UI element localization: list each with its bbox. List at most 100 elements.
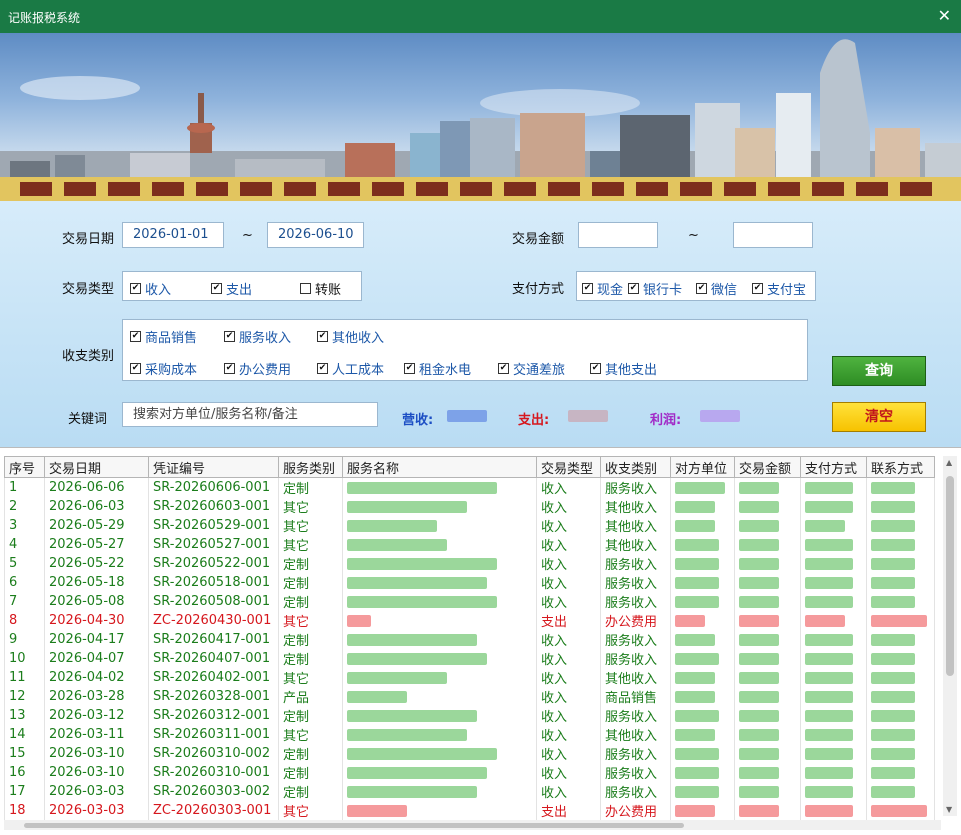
row-contact (866, 497, 935, 516)
amount-to-input[interactable] (733, 222, 813, 248)
type-income-checkbox[interactable]: ✔ 收入 (130, 279, 171, 298)
close-icon[interactable]: ✕ (938, 6, 951, 25)
table-row[interactable]: 14 2026-03-11 SR-20260311-001 其它 收入 其他收入 (4, 725, 935, 744)
row-service-name (342, 687, 537, 706)
clear-button[interactable]: 清空 (832, 402, 926, 432)
category-purchase-cost-checkbox[interactable]: ✔ 采购成本 (130, 359, 197, 378)
table-row[interactable]: 5 2026-05-22 SR-20260522-001 定制 收入 服务收入 (4, 554, 935, 573)
column-header[interactable]: 联系方式 (866, 456, 935, 478)
row-category: 服务收入 (600, 706, 671, 725)
table-row[interactable]: 6 2026-05-18 SR-20260518-001 定制 收入 服务收入 (4, 573, 935, 592)
date-from-input[interactable]: 2026-01-01 (122, 222, 224, 248)
category-office-expense-checkbox[interactable]: ✔ 办公费用 (224, 359, 291, 378)
row-amount (734, 611, 801, 630)
payment-wechat-checkbox[interactable]: ✔ 微信 (696, 279, 737, 298)
redacted-value (675, 576, 719, 589)
column-header[interactable]: 收支类别 (600, 456, 671, 478)
query-button[interactable]: 查询 (832, 356, 926, 386)
redacted-value (675, 595, 719, 608)
row-tx-type: 支出 (536, 611, 601, 630)
row-contact (866, 516, 935, 535)
date-separator: ~ (242, 228, 253, 243)
category-other-income-checkbox[interactable]: ✔ 其他收入 (317, 327, 384, 346)
row-service-type: 产品 (278, 687, 343, 706)
redacted-value (871, 595, 915, 608)
category-rent-utilities-checkbox[interactable]: ✔ 租金水电 (404, 359, 471, 378)
table-row[interactable]: 4 2026-05-27 SR-20260527-001 其它 收入 其他收入 (4, 535, 935, 554)
category-product-sales-checkbox[interactable]: ✔ 商品销售 (130, 327, 197, 346)
redacted-value (739, 766, 779, 779)
table-row[interactable]: 7 2026-05-08 SR-20260508-001 定制 收入 服务收入 (4, 592, 935, 611)
keyword-search-input[interactable] (122, 402, 378, 427)
table-row[interactable]: 17 2026-03-03 SR-20260303-002 定制 收入 服务收入 (4, 782, 935, 801)
row-amount (734, 687, 801, 706)
column-header[interactable]: 服务名称 (342, 456, 537, 478)
column-header[interactable]: 序号 (4, 456, 45, 478)
row-voucher: SR-20260407-001 (148, 649, 279, 668)
row-category: 服务收入 (600, 782, 671, 801)
category-other-expense-checkbox[interactable]: ✔ 其他支出 (590, 359, 657, 378)
horizontal-scrollbar[interactable] (4, 820, 941, 830)
row-payment (800, 744, 867, 763)
row-service-type: 其它 (278, 801, 343, 820)
table-row[interactable]: 9 2026-04-17 SR-20260417-001 定制 收入 服务收入 (4, 630, 935, 649)
check-icon: ✔ (317, 331, 328, 342)
table-row[interactable]: 18 2026-03-03 ZC-20260303-001 其它 支出 办公费用 (4, 801, 935, 820)
table-row[interactable]: 1 2026-06-06 SR-20260606-001 定制 收入 服务收入 (4, 477, 935, 497)
row-date: 2026-05-08 (44, 592, 149, 611)
scroll-up-icon[interactable]: ▲ (946, 458, 952, 467)
table-row[interactable]: 11 2026-04-02 SR-20260402-001 其它 收入 其他收入 (4, 668, 935, 687)
row-service-type: 定制 (278, 744, 343, 763)
date-to-input[interactable]: 2026-06-10 (267, 222, 364, 248)
type-expense-checkbox[interactable]: ✔ 支出 (211, 279, 252, 298)
profit-label: 利润: (650, 413, 682, 428)
row-service-name (342, 497, 537, 516)
row-contact (866, 630, 935, 649)
table-row[interactable]: 10 2026-04-07 SR-20260407-001 定制 收入 服务收入 (4, 649, 935, 668)
column-header[interactable]: 对方单位 (670, 456, 735, 478)
payment-alipay-checkbox[interactable]: ✔ 支付宝 (752, 279, 806, 298)
table-row[interactable]: 12 2026-03-28 SR-20260328-001 产品 收入 商品销售 (4, 687, 935, 706)
redacted-value (805, 481, 853, 494)
check-icon: ✔ (582, 283, 593, 294)
row-date: 2026-05-18 (44, 573, 149, 592)
column-header[interactable]: 服务类别 (278, 456, 343, 478)
row-category: 服务收入 (600, 477, 671, 497)
column-header[interactable]: 交易金额 (734, 456, 801, 478)
row-counterparty (670, 668, 735, 687)
redacted-value (347, 709, 477, 722)
vertical-scrollbar[interactable]: ▲ ▼ (943, 456, 957, 816)
amount-from-input[interactable] (578, 222, 658, 248)
table-row[interactable]: 3 2026-05-29 SR-20260529-001 其它 收入 其他收入 (4, 516, 935, 535)
row-payment (800, 706, 867, 725)
table-row[interactable]: 2 2026-06-03 SR-20260603-001 其它 收入 其他收入 (4, 497, 935, 516)
column-header[interactable]: 支付方式 (800, 456, 867, 478)
row-counterparty (670, 573, 735, 592)
type-transfer-checkbox[interactable]: 转账 (300, 279, 341, 298)
category-travel-checkbox[interactable]: ✔ 交通差旅 (498, 359, 565, 378)
row-contact (866, 801, 935, 820)
row-contact (866, 763, 935, 782)
payment-label: 支付方式 (512, 282, 565, 297)
scroll-down-icon[interactable]: ▼ (946, 805, 952, 814)
scrollbar-thumb[interactable] (946, 476, 954, 676)
table-row[interactable]: 16 2026-03-10 SR-20260310-001 定制 收入 服务收入 (4, 763, 935, 782)
row-date: 2026-03-03 (44, 782, 149, 801)
category-service-income-checkbox[interactable]: ✔ 服务收入 (224, 327, 291, 346)
payment-cash-checkbox[interactable]: ✔ 现金 (582, 279, 623, 298)
row-tx-type: 收入 (536, 725, 601, 744)
table-row[interactable]: 13 2026-03-12 SR-20260312-001 定制 收入 服务收入 (4, 706, 935, 725)
redacted-value (347, 785, 477, 798)
table-row[interactable]: 15 2026-03-10 SR-20260310-002 定制 收入 服务收入 (4, 744, 935, 763)
column-header[interactable]: 凭证编号 (148, 456, 279, 478)
payment-bankcard-checkbox[interactable]: ✔ 银行卡 (628, 279, 682, 298)
row-service-name (342, 516, 537, 535)
hscrollbar-thumb[interactable] (24, 823, 684, 828)
table-row[interactable]: 8 2026-04-30 ZC-20260430-001 其它 支出 办公费用 (4, 611, 935, 630)
category-labor-cost-checkbox[interactable]: ✔ 人工成本 (317, 359, 384, 378)
row-seq: 17 (4, 782, 45, 801)
column-header[interactable]: 交易日期 (44, 456, 149, 478)
column-header[interactable]: 交易类型 (536, 456, 601, 478)
transactions-table: 序号 交易日期 凭证编号 服务类别 服务名称 交易类型 收支类别 对方单位 交易金额 支付方式 联系… (4, 456, 935, 820)
redacted-value (739, 652, 779, 665)
